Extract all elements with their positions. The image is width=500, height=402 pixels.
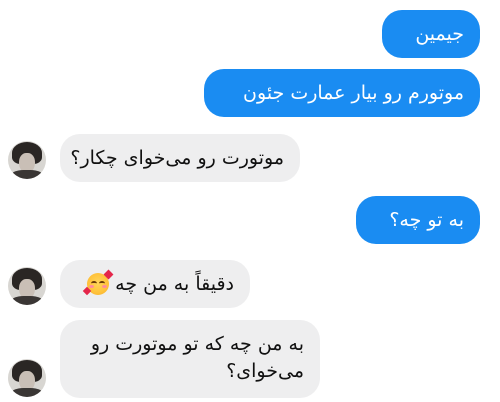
- message-text: موتورت رو می‌خوای چکار؟: [70, 146, 284, 169]
- message-bubble-outgoing[interactable]: به تو چه؟: [356, 196, 480, 244]
- avatar[interactable]: [8, 359, 46, 397]
- message-bubble-incoming[interactable]: موتورت رو می‌خوای چکار؟: [60, 134, 300, 182]
- avatar[interactable]: [8, 267, 46, 305]
- smiling-face-with-hearts-icon: [82, 269, 114, 296]
- message-bubble-outgoing[interactable]: موتورم رو بیار عمارت جئون: [204, 69, 480, 117]
- message-text: به تو چه؟: [389, 208, 464, 231]
- message-text: به من چه که تو موتورت رو می‌خوای؟: [90, 333, 304, 382]
- message-text: جیمین: [415, 22, 464, 45]
- message-text: موتورم رو بیار عمارت جئون: [243, 81, 464, 104]
- message-text: دقیقاً به من چه: [115, 272, 234, 295]
- avatar[interactable]: [8, 141, 46, 179]
- message-bubble-incoming[interactable]: دقیقاً به من چه: [60, 260, 250, 308]
- message-bubble-incoming[interactable]: به من چه که تو موتورت رو می‌خوای؟: [60, 320, 320, 398]
- chat-thread: جیمین موتورم رو بیار عمارت جئون موتورت ر…: [0, 0, 500, 402]
- message-bubble-outgoing[interactable]: جیمین: [382, 10, 480, 58]
